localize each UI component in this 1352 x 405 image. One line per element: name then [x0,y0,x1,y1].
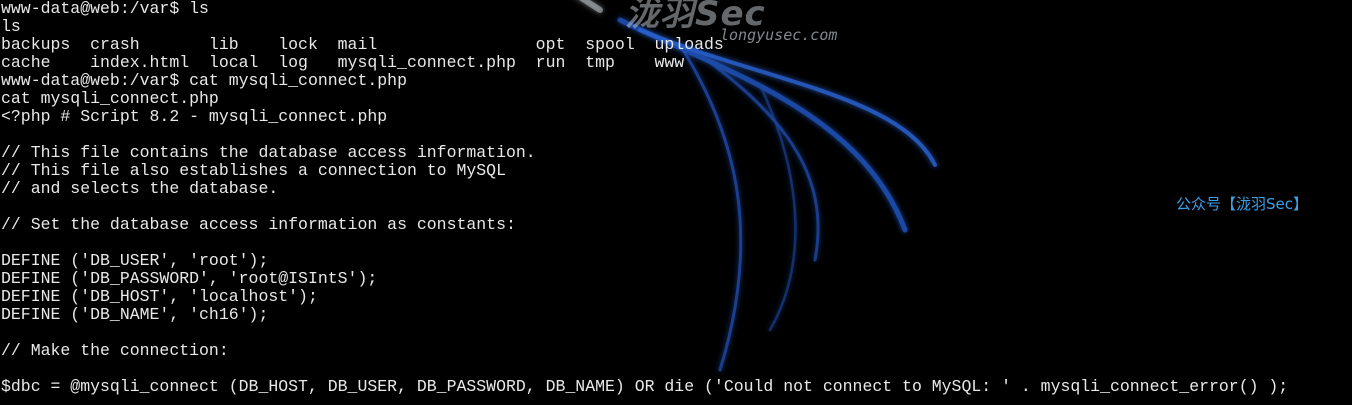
terminal-line: backups crash lib lock mail opt spool up… [1,35,724,54]
terminal-line: cache index.html local log mysqli_connec… [1,53,685,72]
terminal-line: DEFINE ('DB_HOST', 'localhost'); [1,287,318,306]
terminal-line: // Make the connection: [1,341,229,360]
terminal-line: DEFINE ('DB_NAME', 'ch16'); [1,305,269,324]
terminal-line: // and selects the database. [1,179,279,198]
terminal-line: // This file contains the database acces… [1,143,536,162]
terminal-line: <?php # Script 8.2 - mysqli_connect.php [1,107,388,126]
terminal-output[interactable]: www-data@web:/var$ ls ls backups crash lib… [1,0,1288,396]
terminal-window[interactable]: 泷羽Sec longyusec.com 公众号【泷羽Sec】 www-data@… [0,0,1352,405]
terminal-line: DEFINE ('DB_PASSWORD', 'root@ISIntS'); [1,269,378,288]
terminal-line: $dbc = @mysqli_connect (DB_HOST, DB_USER… [1,377,1289,396]
terminal-line: // This file also establishes a connecti… [1,161,506,180]
terminal-line: cat mysqli_connect.php [1,89,219,108]
terminal-line: DEFINE ('DB_USER', 'root'); [1,251,269,270]
terminal-line: www-data@web:/var$ cat mysqli_connect.ph… [1,71,407,90]
terminal-line: ls [1,17,21,36]
terminal-line: www-data@web:/var$ ls [1,0,209,18]
terminal-line: // Set the database access information a… [1,215,516,234]
